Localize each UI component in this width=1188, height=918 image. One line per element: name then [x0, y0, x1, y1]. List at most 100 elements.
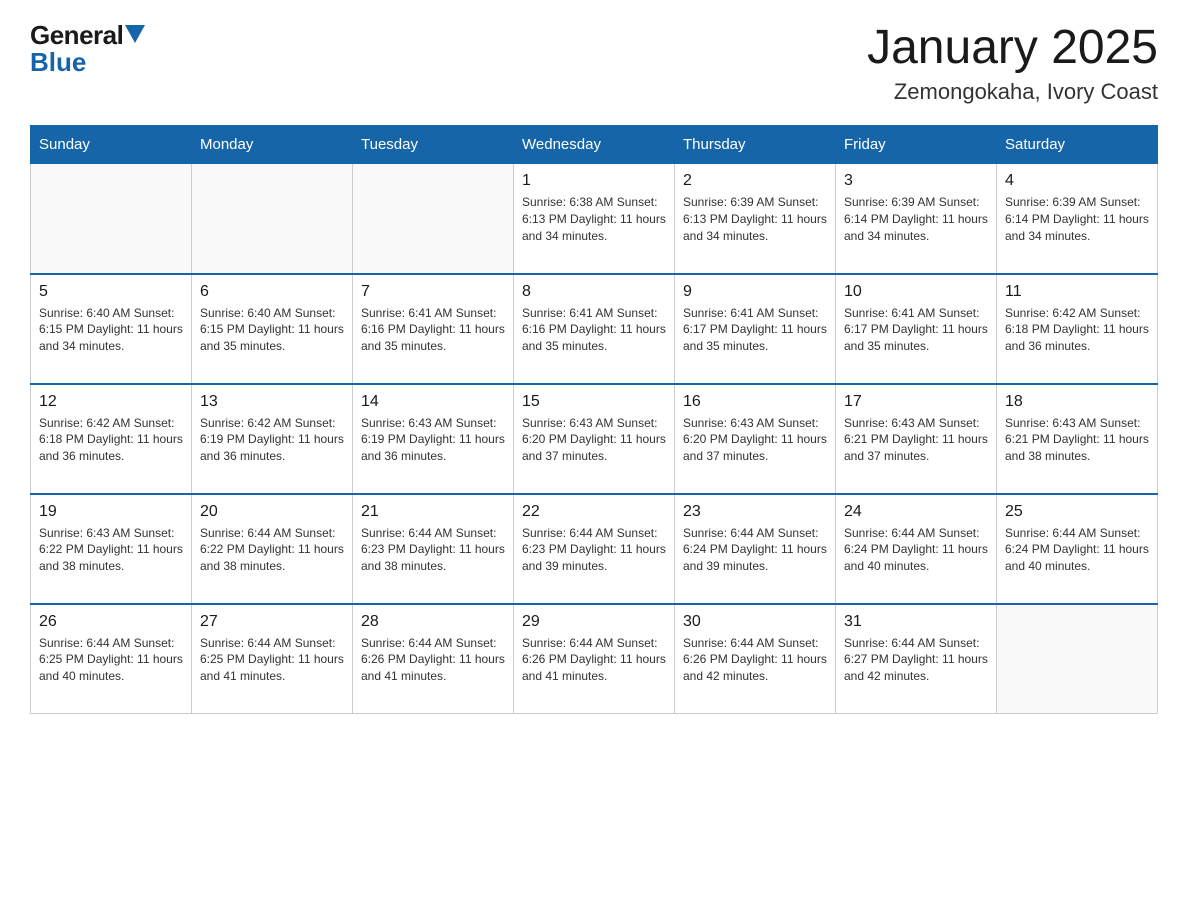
day-number: 6 [200, 283, 344, 301]
calendar-day-cell: 6 Sunrise: 6:40 AM Sunset: 6:15 PM Daylig… [192, 274, 353, 384]
day-number: 29 [522, 613, 666, 631]
calendar-week-row: 19 Sunrise: 6:43 AM Sunset: 6:22 PM Dayli… [31, 494, 1158, 604]
day-info: Sunrise: 6:41 AM Sunset: 6:16 PM Dayligh… [522, 305, 666, 355]
day-info: Sunrise: 6:44 AM Sunset: 6:22 PM Dayligh… [200, 525, 344, 575]
day-number: 20 [200, 503, 344, 521]
day-number: 9 [683, 283, 827, 301]
calendar-day-cell: 18 Sunrise: 6:43 AM Sunset: 6:21 PM Dayli… [997, 384, 1158, 494]
calendar-day-cell: 14 Sunrise: 6:43 AM Sunset: 6:19 PM Dayli… [353, 384, 514, 494]
day-info: Sunrise: 6:44 AM Sunset: 6:24 PM Dayligh… [844, 525, 988, 575]
day-number: 31 [844, 613, 988, 631]
day-info: Sunrise: 6:39 AM Sunset: 6:14 PM Dayligh… [1005, 194, 1149, 244]
day-info: Sunrise: 6:42 AM Sunset: 6:18 PM Dayligh… [39, 415, 183, 465]
day-info: Sunrise: 6:44 AM Sunset: 6:23 PM Dayligh… [361, 525, 505, 575]
empty-cell [31, 164, 192, 274]
day-number: 15 [522, 393, 666, 411]
day-number: 3 [844, 172, 988, 190]
calendar-day-cell: 7 Sunrise: 6:41 AM Sunset: 6:16 PM Daylig… [353, 274, 514, 384]
day-info: Sunrise: 6:44 AM Sunset: 6:23 PM Dayligh… [522, 525, 666, 575]
day-info: Sunrise: 6:44 AM Sunset: 6:25 PM Dayligh… [39, 635, 183, 685]
day-info: Sunrise: 6:43 AM Sunset: 6:21 PM Dayligh… [1005, 415, 1149, 465]
day-info: Sunrise: 6:41 AM Sunset: 6:17 PM Dayligh… [683, 305, 827, 355]
calendar-day-cell: 31Sunrise: 6:44 AM Sunset: 6:27 PM Dayli… [836, 604, 997, 714]
day-number: 10 [844, 283, 988, 301]
calendar-day-cell: 1 Sunrise: 6:38 AM Sunset: 6:13 PM Daylig… [514, 164, 675, 274]
calendar-day-cell: 30Sunrise: 6:44 AM Sunset: 6:26 PM Dayli… [675, 604, 836, 714]
calendar-day-cell: 2Sunrise: 6:39 AM Sunset: 6:13 PM Daylig… [675, 164, 836, 274]
day-info: Sunrise: 6:44 AM Sunset: 6:25 PM Dayligh… [200, 635, 344, 685]
day-number: 7 [361, 283, 505, 301]
day-info: Sunrise: 6:41 AM Sunset: 6:16 PM Dayligh… [361, 305, 505, 355]
calendar-day-cell: 12Sunrise: 6:42 AM Sunset: 6:18 PM Dayli… [31, 384, 192, 494]
calendar-day-cell: 10 Sunrise: 6:41 AM Sunset: 6:17 PM Dayli… [836, 274, 997, 384]
title-section: January 2025 Zemongokaha, Ivory Coast [867, 20, 1158, 105]
calendar-subtitle: Zemongokaha, Ivory Coast [867, 79, 1158, 105]
calendar-day-cell: 23 Sunrise: 6:44 AM Sunset: 6:24 PM Dayli… [675, 494, 836, 604]
calendar-day-cell: 11Sunrise: 6:42 AM Sunset: 6:18 PM Dayli… [997, 274, 1158, 384]
day-number: 8 [522, 283, 666, 301]
empty-cell [353, 164, 514, 274]
day-info: Sunrise: 6:43 AM Sunset: 6:21 PM Dayligh… [844, 415, 988, 465]
calendar-day-cell: 28 Sunrise: 6:44 AM Sunset: 6:26 PM Dayli… [353, 604, 514, 714]
page-header: General Blue January 2025 Zemongokaha, I… [30, 20, 1158, 105]
day-info: Sunrise: 6:43 AM Sunset: 6:19 PM Dayligh… [361, 415, 505, 465]
day-info: Sunrise: 6:42 AM Sunset: 6:19 PM Dayligh… [200, 415, 344, 465]
calendar-day-cell: 26 Sunrise: 6:44 AM Sunset: 6:25 PM Dayli… [31, 604, 192, 714]
day-number: 25 [1005, 503, 1149, 521]
day-number: 4 [1005, 172, 1149, 190]
day-number: 14 [361, 393, 505, 411]
day-info: Sunrise: 6:44 AM Sunset: 6:26 PM Dayligh… [683, 635, 827, 685]
logo-triangle-icon [125, 25, 145, 43]
day-number: 27 [200, 613, 344, 631]
empty-cell [192, 164, 353, 274]
day-info: Sunrise: 6:44 AM Sunset: 6:24 PM Dayligh… [683, 525, 827, 575]
calendar-table: SundayMondayTuesdayWednesdayThursdayFrid… [30, 125, 1158, 714]
calendar-day-cell: 9 Sunrise: 6:41 AM Sunset: 6:17 PM Daylig… [675, 274, 836, 384]
day-info: Sunrise: 6:39 AM Sunset: 6:14 PM Dayligh… [844, 194, 988, 244]
calendar-day-cell: 4 Sunrise: 6:39 AM Sunset: 6:14 PM Daylig… [997, 164, 1158, 274]
calendar-day-cell: 5 Sunrise: 6:40 AM Sunset: 6:15 PM Daylig… [31, 274, 192, 384]
logo-blue-text: Blue [30, 47, 86, 78]
day-info: Sunrise: 6:40 AM Sunset: 6:15 PM Dayligh… [200, 305, 344, 355]
day-number: 18 [1005, 393, 1149, 411]
calendar-day-cell: 21 Sunrise: 6:44 AM Sunset: 6:23 PM Dayli… [353, 494, 514, 604]
day-number: 19 [39, 503, 183, 521]
day-number: 26 [39, 613, 183, 631]
day-number: 28 [361, 613, 505, 631]
day-info: Sunrise: 6:44 AM Sunset: 6:24 PM Dayligh… [1005, 525, 1149, 575]
calendar-day-cell: 16 Sunrise: 6:43 AM Sunset: 6:20 PM Dayli… [675, 384, 836, 494]
day-number: 24 [844, 503, 988, 521]
day-info: Sunrise: 6:43 AM Sunset: 6:20 PM Dayligh… [683, 415, 827, 465]
column-header-monday: Monday [192, 126, 353, 164]
empty-cell [997, 604, 1158, 714]
day-info: Sunrise: 6:43 AM Sunset: 6:22 PM Dayligh… [39, 525, 183, 575]
day-info: Sunrise: 6:39 AM Sunset: 6:13 PM Dayligh… [683, 194, 827, 244]
calendar-day-cell: 15 Sunrise: 6:43 AM Sunset: 6:20 PM Dayli… [514, 384, 675, 494]
day-info: Sunrise: 6:40 AM Sunset: 6:15 PM Dayligh… [39, 305, 183, 355]
day-info: Sunrise: 6:43 AM Sunset: 6:20 PM Dayligh… [522, 415, 666, 465]
day-number: 21 [361, 503, 505, 521]
calendar-week-row: 1 Sunrise: 6:38 AM Sunset: 6:13 PM Daylig… [31, 164, 1158, 274]
calendar-day-cell: 27 Sunrise: 6:44 AM Sunset: 6:25 PM Dayli… [192, 604, 353, 714]
calendar-week-row: 12Sunrise: 6:42 AM Sunset: 6:18 PM Dayli… [31, 384, 1158, 494]
calendar-day-cell: 25 Sunrise: 6:44 AM Sunset: 6:24 PM Dayli… [997, 494, 1158, 604]
calendar-day-cell: 29 Sunrise: 6:44 AM Sunset: 6:26 PM Dayli… [514, 604, 675, 714]
column-header-sunday: Sunday [31, 126, 192, 164]
day-info: Sunrise: 6:38 AM Sunset: 6:13 PM Dayligh… [522, 194, 666, 244]
day-number: 13 [200, 393, 344, 411]
day-number: 23 [683, 503, 827, 521]
calendar-day-cell: 24 Sunrise: 6:44 AM Sunset: 6:24 PM Dayli… [836, 494, 997, 604]
day-info: Sunrise: 6:41 AM Sunset: 6:17 PM Dayligh… [844, 305, 988, 355]
column-header-friday: Friday [836, 126, 997, 164]
column-header-tuesday: Tuesday [353, 126, 514, 164]
calendar-day-cell: 20 Sunrise: 6:44 AM Sunset: 6:22 PM Dayli… [192, 494, 353, 604]
day-number: 16 [683, 393, 827, 411]
day-number: 1 [522, 172, 666, 190]
day-info: Sunrise: 6:42 AM Sunset: 6:18 PM Dayligh… [1005, 305, 1149, 355]
day-info: Sunrise: 6:44 AM Sunset: 6:26 PM Dayligh… [522, 635, 666, 685]
logo: General Blue [30, 20, 145, 78]
day-number: 5 [39, 283, 183, 301]
calendar-day-cell: 19 Sunrise: 6:43 AM Sunset: 6:22 PM Dayli… [31, 494, 192, 604]
calendar-title: January 2025 [867, 20, 1158, 75]
day-info: Sunrise: 6:44 AM Sunset: 6:26 PM Dayligh… [361, 635, 505, 685]
